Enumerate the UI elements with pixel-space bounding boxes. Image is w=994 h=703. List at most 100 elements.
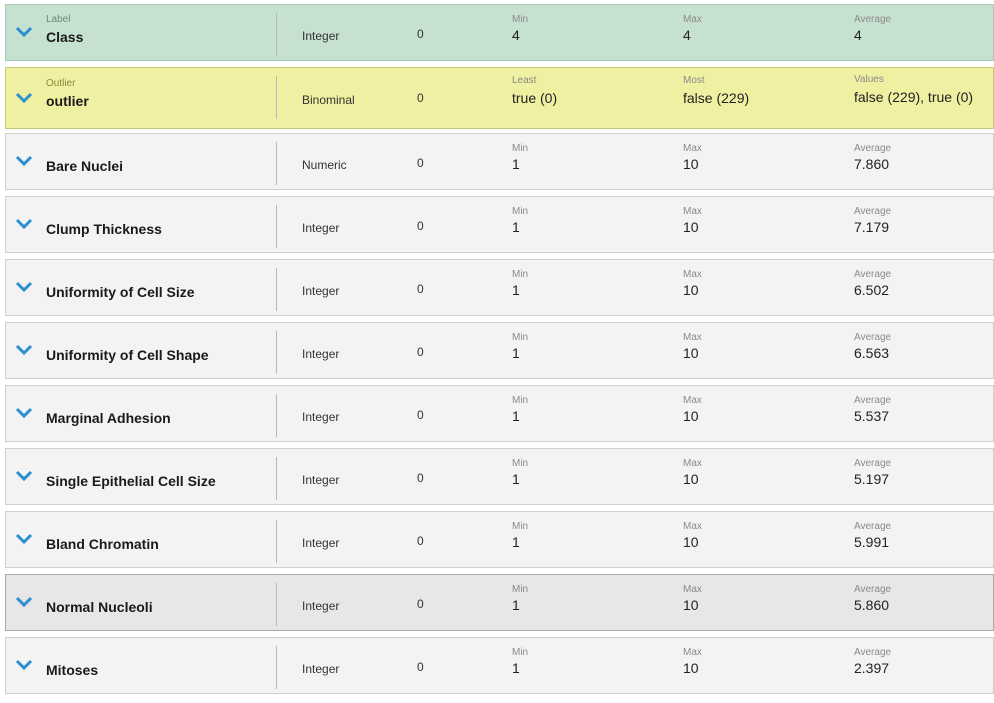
stat-value: 10 (683, 660, 699, 676)
stat-value: 1 (512, 219, 520, 235)
stat-value: 10 (683, 471, 699, 487)
stat-label: Min (512, 521, 529, 532)
stat-label: Max (683, 521, 702, 532)
stat-label: Average (854, 584, 892, 595)
stat-label: Average (854, 14, 892, 25)
column-divider (276, 205, 277, 248)
chevron-down-icon[interactable] (15, 470, 33, 482)
stat-label: Max (683, 332, 702, 343)
column-divider (276, 13, 277, 56)
attribute-row-outlier[interactable]: Outlier outlier Binominal 0 Least true (… (5, 67, 994, 129)
attribute-row-class[interactable]: Label Class Integer 0 Min 4 Max 4 Averag… (5, 4, 994, 61)
stat-value: 6.563 (854, 345, 890, 361)
stat-value: 4 (683, 27, 691, 43)
stat-label: Min (512, 332, 529, 343)
chevron-down-icon[interactable] (15, 281, 33, 293)
stat-label: Least (512, 75, 537, 86)
attribute-type: Integer (302, 221, 340, 235)
missing-count: 0 (417, 597, 424, 611)
stat-label: Max (683, 647, 702, 658)
stat-label: Min (512, 206, 529, 217)
missing-count: 0 (417, 27, 424, 41)
chevron-down-icon[interactable] (15, 533, 33, 545)
attribute-name: outlier (46, 93, 89, 109)
stat-value: 7.860 (854, 156, 890, 172)
chevron-down-icon[interactable] (15, 596, 33, 608)
attribute-row-clump-thickness[interactable]: Clump Thickness Integer 0 Min 1 Max 10 A… (5, 196, 994, 253)
stat-label: Min (512, 395, 529, 406)
stat-value: 10 (683, 282, 699, 298)
stat-label: Average (854, 521, 892, 532)
column-divider (276, 394, 277, 437)
stat-value: 1 (512, 156, 520, 172)
attribute-name: Marginal Adhesion (46, 410, 171, 426)
chevron-down-icon[interactable] (15, 155, 33, 167)
stat-label: Average (854, 395, 892, 406)
column-divider (276, 646, 277, 689)
stat-value: 10 (683, 156, 699, 172)
stat-value: 4 (854, 27, 862, 43)
stat-label: Max (683, 206, 702, 217)
attribute-row-marginal-adhesion[interactable]: Marginal Adhesion Integer 0 Min 1 Max 10… (5, 385, 994, 442)
missing-count: 0 (417, 660, 424, 674)
attribute-role: Label (46, 14, 71, 25)
stat-value: 6.502 (854, 282, 890, 298)
missing-count: 0 (417, 471, 424, 485)
column-divider (276, 520, 277, 563)
attribute-name: Class (46, 29, 84, 45)
stat-label: Min (512, 269, 529, 280)
stat-label: Average (854, 332, 892, 343)
stat-label: Most (683, 75, 705, 86)
stat-label: Average (854, 269, 892, 280)
attribute-row-uniformity-of-cell-shape[interactable]: Uniformity of Cell Shape Integer 0 Min 1… (5, 322, 994, 379)
attribute-type: Integer (302, 599, 340, 613)
attribute-row-normal-nucleoli[interactable]: Normal Nucleoli Integer 0 Min 1 Max 10 A… (5, 574, 994, 631)
stat-value: 1 (512, 408, 520, 424)
attribute-type: Integer (302, 536, 340, 550)
stat-label: Values (854, 74, 884, 85)
chevron-down-icon[interactable] (15, 218, 33, 230)
chevron-down-icon[interactable] (15, 407, 33, 419)
stat-value: 4 (512, 27, 520, 43)
attribute-row-single-epithelial-cell-size[interactable]: Single Epithelial Cell Size Integer 0 Mi… (5, 448, 994, 505)
stat-label: Min (512, 647, 529, 658)
missing-count: 0 (417, 91, 424, 105)
chevron-down-icon[interactable] (15, 344, 33, 356)
stat-label: Average (854, 647, 892, 658)
attribute-name: Bare Nuclei (46, 158, 124, 174)
column-divider (276, 457, 277, 500)
chevron-down-icon[interactable] (15, 659, 33, 671)
chevron-down-icon[interactable] (15, 92, 33, 104)
stat-value: 1 (512, 597, 520, 613)
attribute-row-bare-nuclei[interactable]: Bare Nuclei Numeric 0 Min 1 Max 10 Avera… (5, 133, 994, 190)
stat-label: Max (683, 143, 702, 154)
attribute-row-mitoses[interactable]: Mitoses Integer 0 Min 1 Max 10 Average 2… (5, 637, 994, 694)
column-divider (276, 331, 277, 374)
stat-value: 10 (683, 345, 699, 361)
stat-value: false (229) (683, 90, 750, 106)
attribute-name: Uniformity of Cell Size (46, 284, 195, 300)
stat-value: 1 (512, 345, 520, 361)
stat-label: Min (512, 458, 529, 469)
stat-label: Average (854, 206, 892, 217)
missing-count: 0 (417, 534, 424, 548)
stat-label: Average (854, 458, 892, 469)
stat-value: 5.537 (854, 408, 890, 424)
attribute-type: Integer (302, 410, 340, 424)
chevron-down-icon[interactable] (15, 26, 33, 38)
stat-label: Min (512, 143, 529, 154)
attribute-name: Uniformity of Cell Shape (46, 347, 209, 363)
attribute-row-bland-chromatin[interactable]: Bland Chromatin Integer 0 Min 1 Max 10 A… (5, 511, 994, 568)
missing-count: 0 (417, 345, 424, 359)
stat-label: Max (683, 269, 702, 280)
stat-value: 1 (512, 471, 520, 487)
missing-count: 0 (417, 156, 424, 170)
column-divider (276, 142, 277, 185)
attribute-name: Clump Thickness (46, 221, 162, 237)
attribute-row-uniformity-of-cell-size[interactable]: Uniformity of Cell Size Integer 0 Min 1 … (5, 259, 994, 316)
attribute-type: Integer (302, 473, 340, 487)
stat-value: 5.991 (854, 534, 890, 550)
column-divider (276, 268, 277, 311)
stat-value: 10 (683, 408, 699, 424)
attribute-type: Integer (302, 284, 340, 298)
